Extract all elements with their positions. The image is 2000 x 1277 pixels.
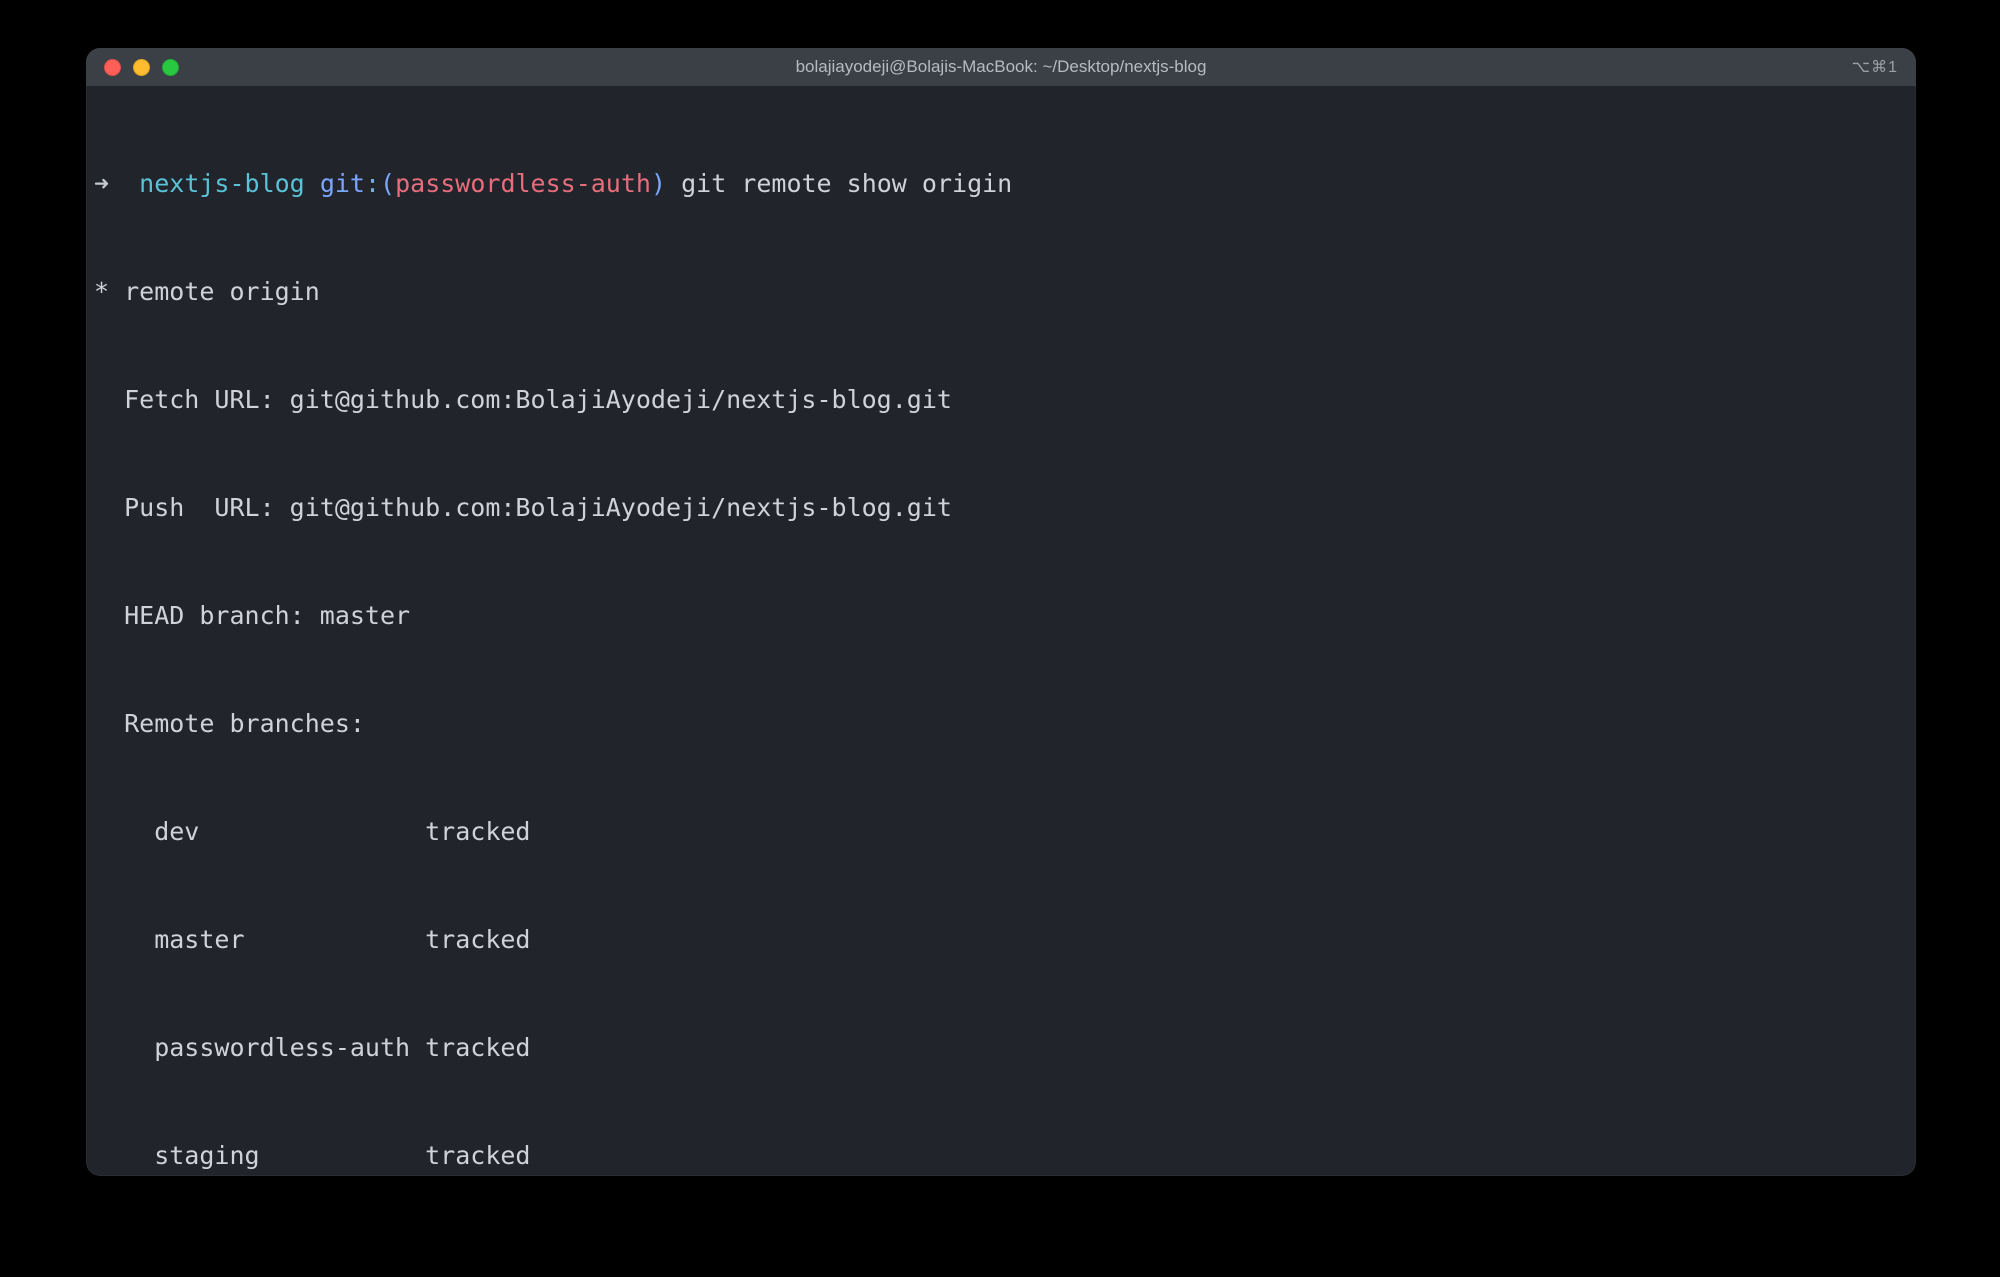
window-controls <box>86 59 179 76</box>
title-bar: bolajiayodeji@Bolajis-MacBook: ~/Desktop… <box>86 48 1916 86</box>
prompt-arrow-icon: ➜ <box>94 169 109 198</box>
prompt-branch: passwordless-auth <box>395 169 651 198</box>
prompt-git-label: git: <box>320 169 380 198</box>
output-line: Push URL: git@github.com:BolajiAyodeji/n… <box>86 490 1916 526</box>
terminal-window: bolajiayodeji@Bolajis-MacBook: ~/Desktop… <box>86 48 1916 1176</box>
terminal-area[interactable]: ➜ nextjs-blog git:(passwordless-auth) gi… <box>86 86 1916 1176</box>
output-line: HEAD branch: master <box>86 598 1916 634</box>
prompt-directory: nextjs-blog <box>139 169 305 198</box>
output-line: * remote origin <box>86 274 1916 310</box>
prompt-paren-open: ( <box>380 169 395 198</box>
pane-shortcut-label: ⌥⌘1 <box>1852 57 1898 77</box>
output-line: master tracked <box>86 922 1916 958</box>
output-line: passwordless-auth tracked <box>86 1030 1916 1066</box>
output-line: dev tracked <box>86 814 1916 850</box>
output-line: staging tracked <box>86 1138 1916 1174</box>
prompt-line: ➜ nextjs-blog git:(passwordless-auth) gi… <box>86 166 1916 202</box>
minimize-icon[interactable] <box>133 59 150 76</box>
prompt-paren-close: ) <box>651 169 666 198</box>
close-icon[interactable] <box>104 59 121 76</box>
output-line: Fetch URL: git@github.com:BolajiAyodeji/… <box>86 382 1916 418</box>
zoom-icon[interactable] <box>162 59 179 76</box>
output-line: Remote branches: <box>86 706 1916 742</box>
command-text: git remote show origin <box>681 169 1012 198</box>
window-title: bolajiayodeji@Bolajis-MacBook: ~/Desktop… <box>86 57 1916 77</box>
